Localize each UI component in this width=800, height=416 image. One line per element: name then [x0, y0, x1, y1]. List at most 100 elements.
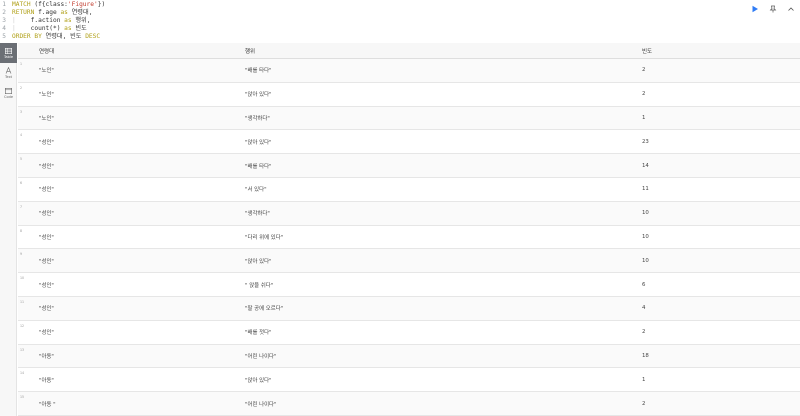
code-token: f.action: [30, 17, 65, 24]
table-row[interactable]: 14 "아동" "앉아 있다" 1: [18, 368, 800, 393]
table-row[interactable]: 2 "노인" "앉아 있다" 2: [18, 83, 800, 107]
view-tab-label: Code: [4, 94, 13, 99]
editor-actions: [750, 0, 800, 18]
cell-age: "노인": [39, 92, 54, 99]
code-token: as: [64, 17, 72, 24]
row-number: 9: [20, 252, 23, 257]
code-token: 빈도: [71, 25, 87, 32]
code-token: 연령대,: [67, 9, 93, 16]
row-number: 6: [20, 180, 23, 185]
cell-count: 2: [642, 91, 646, 98]
code-token: DESC: [85, 33, 101, 40]
view-tab-text[interactable]: Text: [0, 63, 17, 83]
table-row[interactable]: 15 "아동 " "어린 나이다" 2: [18, 392, 800, 416]
table-row[interactable]: 9 "성인" "앉아 있다" 10: [18, 249, 800, 274]
table-row[interactable]: 10 "성인" " 앉을 쉬다" 6: [18, 273, 800, 297]
cell-action: "생각하다": [245, 211, 270, 218]
cell-age: "성인": [39, 139, 54, 146]
cell-count: 18: [642, 352, 649, 359]
row-number: 3: [20, 109, 23, 114]
row-number: 5: [20, 157, 23, 162]
row-number: 13: [20, 347, 25, 352]
table-row[interactable]: 5 "성인" "배를 타다" 14: [18, 154, 800, 178]
row-number: 1: [20, 62, 23, 66]
column-header-age[interactable]: 연령대: [18, 47, 245, 55]
row-number: 11: [20, 299, 25, 304]
column-header-count[interactable]: 빈도: [642, 47, 800, 55]
table-row[interactable]: 6 "성인" "서 있다" 11: [18, 178, 800, 202]
column-header-action[interactable]: 행위: [245, 47, 642, 55]
query-editor[interactable]: 1 MATCH (f{class: 'Figure'}) 2 RETURN f.age …: [0, 0, 770, 43]
table-row[interactable]: 3 "노인" "생각하다" 1: [18, 106, 800, 131]
table-row[interactable]: 11 "성인" "팔 공에 오르다" 4: [18, 296, 800, 321]
table-row[interactable]: 7 "성인" "생각하다" 10: [18, 201, 800, 226]
results-table: 연령대 행위 빈도 1 "노인" "배를 타다" 2 2 "노인" "앉아 있다" 2 3 "…: [18, 43, 800, 416]
cell-age: "아동 ": [39, 401, 56, 408]
code-icon: [5, 87, 12, 94]
code-line[interactable]: 2 RETURN f.age as 연령대,: [0, 9, 770, 17]
code-token: 행위,: [71, 17, 91, 24]
cell-action: "배를 타다": [245, 163, 272, 170]
table-row[interactable]: 4 "성인" "앉아 있다" 23: [18, 130, 800, 155]
line-number: 5: [2, 33, 6, 40]
cell-action: "팔 공에 오르다": [245, 306, 284, 313]
cell-action: "앉아 있다": [245, 139, 272, 146]
cell-age: "성인": [39, 187, 54, 194]
cell-action: " 앉을 쉬다": [245, 282, 274, 289]
cell-count: 1: [642, 114, 646, 121]
code-token: count(*): [30, 25, 65, 32]
code-line[interactable]: 5 ORDER BY 연령대, 빈도 DESC: [0, 33, 770, 41]
row-number: 10: [20, 276, 25, 281]
table-row[interactable]: 8 "성인" "다리 위에 있다" 10: [18, 226, 800, 250]
cell-count: 2: [642, 400, 646, 407]
line-number: 4: [2, 25, 6, 32]
pin-icon: [769, 5, 777, 13]
query-workspace: 1 MATCH (f{class: 'Figure'}) 2 RETURN f.age …: [0, 0, 800, 416]
table-row[interactable]: 1 "노인" "배를 타다" 2: [18, 59, 800, 83]
cell-count: 23: [642, 138, 649, 145]
code-line[interactable]: 4 | count(*) as 빈도: [0, 25, 770, 33]
table-row[interactable]: 12 "성인" "배를 젓다" 2: [18, 321, 800, 345]
cell-age: "성인": [39, 330, 54, 337]
code-token: ORDER BY: [12, 33, 42, 40]
cell-action: "다리 위에 있다": [245, 234, 284, 241]
cell-action: "앉아 있다": [245, 92, 272, 99]
view-tab-label: Text: [4, 75, 13, 79]
row-number: 7: [20, 204, 23, 209]
result-view-sidebar: Table Text Code: [0, 43, 17, 416]
cell-count: 10: [642, 257, 649, 264]
line-number: 2: [2, 9, 6, 16]
cell-age: "성인": [39, 211, 54, 218]
cell-count: 6: [642, 281, 646, 288]
table-icon: [5, 47, 12, 54]
collapse-button[interactable]: [786, 4, 796, 14]
cell-age: "성인": [39, 234, 54, 241]
row-number: 2: [20, 85, 23, 90]
row-number: 15: [20, 395, 25, 400]
row-number: 4: [20, 133, 23, 138]
run-button[interactable]: [750, 4, 760, 14]
cell-action: "어린 나이다": [245, 401, 277, 408]
cell-action: "앉아 있다": [245, 377, 272, 384]
pin-button[interactable]: [768, 4, 778, 14]
line-number: 1: [2, 1, 6, 8]
cell-count: 11: [642, 186, 649, 193]
cell-action: "배를 젓다": [245, 330, 272, 337]
row-number: 8: [20, 228, 23, 233]
view-tab-table[interactable]: Table: [0, 43, 17, 63]
code-line[interactable]: 3 | f.action as 행위,: [0, 17, 770, 25]
code-token: as: [60, 9, 68, 16]
code-token: }): [97, 1, 106, 8]
cell-count: 10: [642, 210, 649, 217]
code-token: 연령대, 빈도: [41, 33, 86, 40]
cell-age: "성인": [39, 258, 54, 265]
table-row[interactable]: 13 "아동" "어린 나이다" 18: [18, 344, 800, 369]
view-tab-code[interactable]: Code: [0, 83, 17, 103]
cell-action: "배를 타다": [245, 68, 272, 75]
text-icon: [5, 67, 12, 74]
code-token: MATCH: [12, 1, 31, 8]
cell-count: 1: [642, 376, 646, 383]
cell-count: 14: [642, 162, 649, 169]
cell-age: "노인": [39, 115, 54, 122]
code-line[interactable]: 1 MATCH (f{class: 'Figure'}): [0, 1, 770, 9]
